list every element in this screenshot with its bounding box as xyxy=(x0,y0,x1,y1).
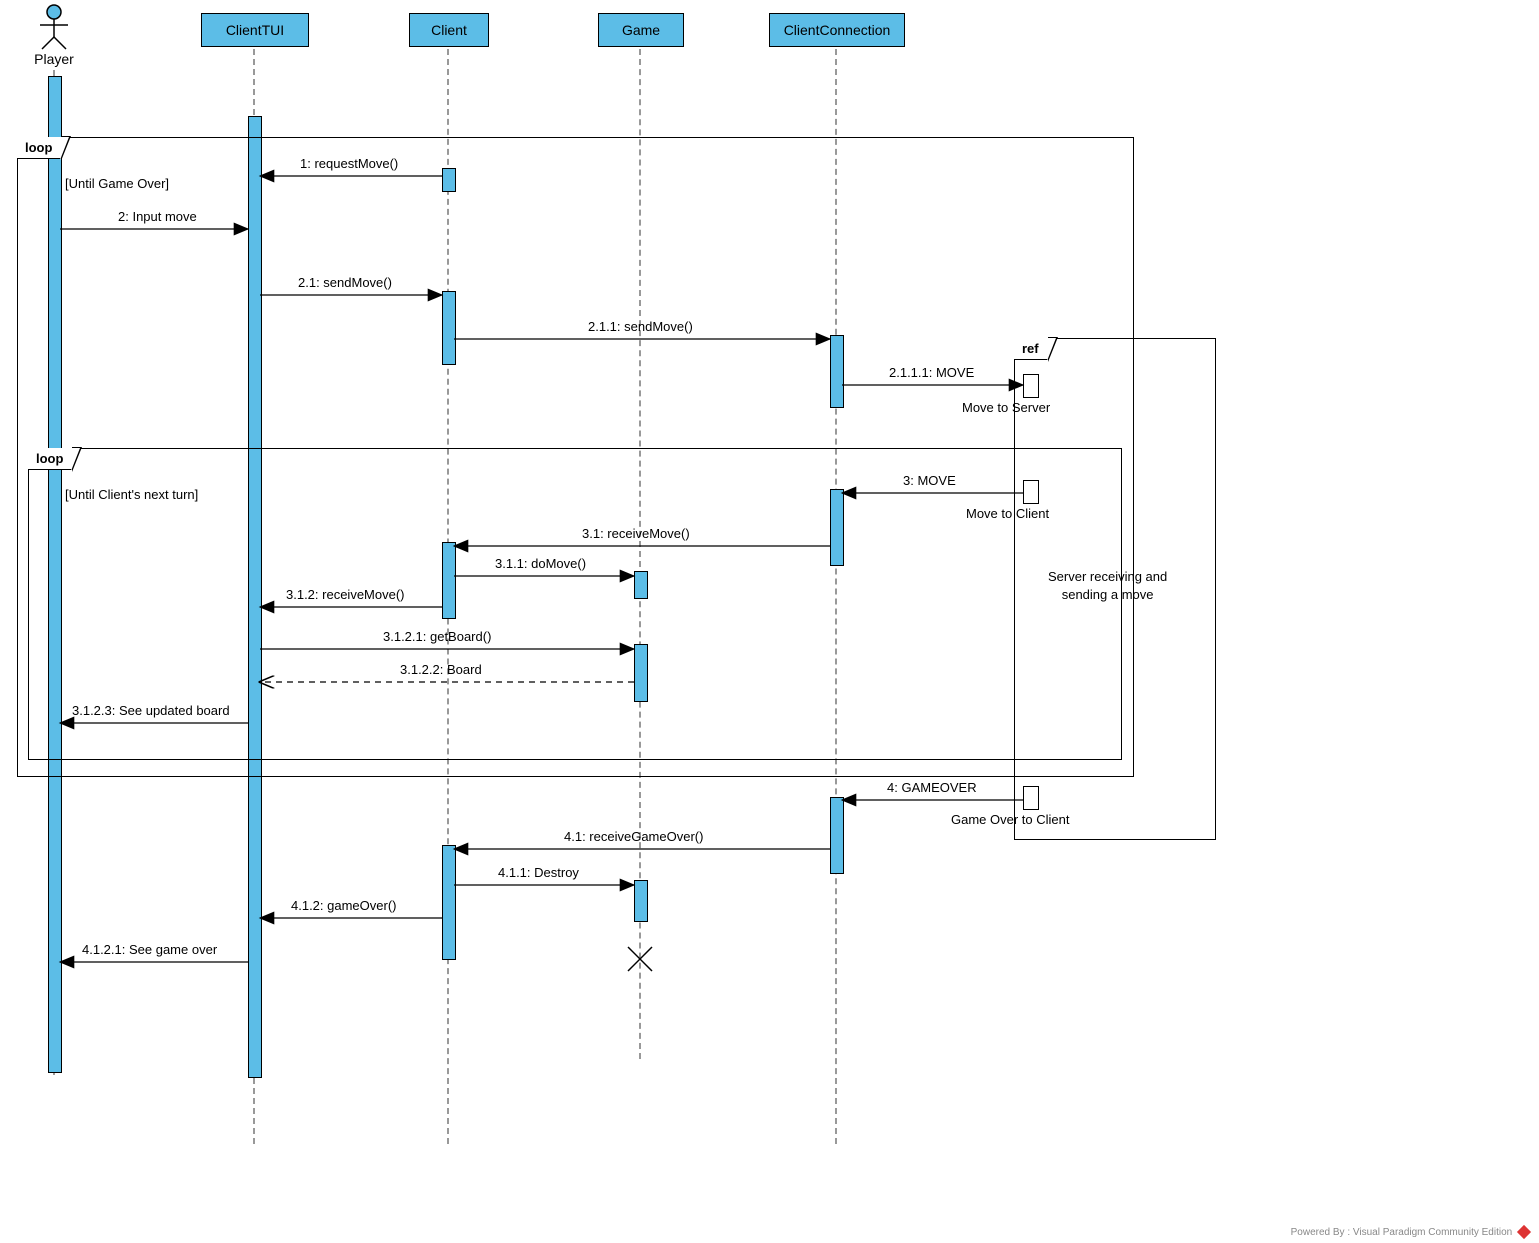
lbl-seegameover: 4.1.2.1: See game over xyxy=(82,942,217,957)
lbl-sendmove2: 2.1.1: sendMove() xyxy=(588,319,693,334)
lbl-receivemove1: 3.1: receiveMove() xyxy=(582,526,690,541)
guard-outer: [Until Game Over] xyxy=(65,176,169,191)
lifeline-clienttui: ClientTUI xyxy=(201,13,309,47)
lbl-receivegameover: 4.1: receiveGameOver() xyxy=(564,829,703,844)
ref-label: Server receiving and sending a move xyxy=(1048,568,1167,604)
arrow-destroy xyxy=(454,883,634,887)
lbl-gameover: 4.1.2: gameOver() xyxy=(291,898,397,913)
lbl-seeboard: 3.1.2.3: See updated board xyxy=(72,703,230,718)
lifeline-clientconnection: ClientConnection xyxy=(769,13,905,47)
lbl-sendmove1: 2.1: sendMove() xyxy=(298,275,392,290)
lifeline-game: Game xyxy=(598,13,684,47)
destroy-x xyxy=(626,945,654,973)
lbl-receivemove2: 3.1.2: receiveMove() xyxy=(286,587,405,602)
arrow-sendmove2 xyxy=(454,337,830,341)
arrow-seeboard xyxy=(60,721,248,725)
arrow-gameover-in xyxy=(842,798,1023,802)
act-cc-3 xyxy=(830,797,844,874)
arrow-getboard xyxy=(260,647,634,651)
lbl-requestmove: 1: requestMove() xyxy=(300,156,398,171)
lbl-board: 3.1.2.2: Board xyxy=(400,662,482,677)
arrow-board xyxy=(260,680,634,684)
arrow-receivemove2 xyxy=(260,605,442,609)
lbl-gameover-in: 4: GAMEOVER xyxy=(887,780,977,795)
footer-text: Powered By : Visual Paradigm Community E… xyxy=(1291,1227,1513,1238)
lbl-destroy: 4.1.1: Destroy xyxy=(498,865,579,880)
actor-icon xyxy=(30,3,78,51)
footer-logo-icon xyxy=(1517,1225,1531,1239)
arrow-receivemove1 xyxy=(454,544,830,548)
frame-tag-inner: loop xyxy=(28,448,72,470)
actor-label: Player xyxy=(30,51,78,67)
frame-tag-outer: loop xyxy=(17,137,61,159)
arrow-receivegameover xyxy=(454,847,830,851)
arrow-gameover xyxy=(260,916,442,920)
lbl-getboard: 3.1.2.1: getBoard() xyxy=(383,629,491,644)
arrow-requestmove xyxy=(260,174,442,178)
lbl-move-in: 3: MOVE xyxy=(903,473,956,488)
arrow-move-out xyxy=(842,383,1023,387)
footer: Powered By : Visual Paradigm Community E… xyxy=(1291,1227,1529,1238)
arrow-move-in xyxy=(842,491,1023,495)
frame-tag-ref: ref xyxy=(1014,338,1048,360)
guard-inner: [Until Client's next turn] xyxy=(65,487,198,502)
act-client-4 xyxy=(442,845,456,960)
arrow-domove xyxy=(454,574,634,578)
arrow-seegameover xyxy=(60,960,248,964)
actor-player: Player xyxy=(30,3,78,67)
act-game-3 xyxy=(634,880,648,922)
lbl-move-out: 2.1.1.1: MOVE xyxy=(889,365,974,380)
lbl-domove: 3.1.1: doMove() xyxy=(495,556,586,571)
arrow-inputmove xyxy=(60,227,248,231)
arrow-sendmove1 xyxy=(260,293,442,297)
lbl-inputmove: 2: Input move xyxy=(118,209,197,224)
lifeline-client: Client xyxy=(409,13,489,47)
